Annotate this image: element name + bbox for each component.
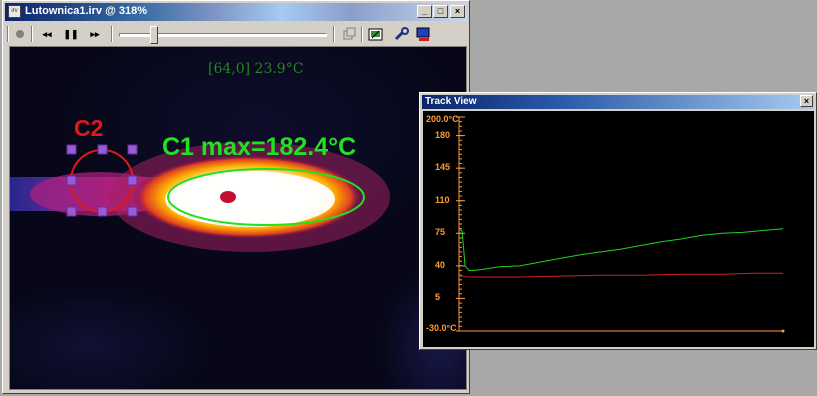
rewind-button[interactable]: ◂◂ xyxy=(37,26,57,42)
track-view-chart[interactable]: 200.0°C 180 145 110 75 40 5 -30.0°C xyxy=(423,111,814,347)
record-icon-glyph xyxy=(16,30,24,38)
track-view-close-button[interactable]: × xyxy=(800,95,813,107)
copy-frame-icon[interactable] xyxy=(341,26,357,42)
toolbar-separator xyxy=(333,26,335,42)
tools-glyph xyxy=(394,27,409,41)
playback-toolbar: ◂◂ ❚❚ ▸▸ xyxy=(5,23,467,45)
frame-slider-thumb[interactable] xyxy=(150,26,158,44)
track-chart-svg xyxy=(456,116,785,333)
y-tick-label: 75 xyxy=(435,227,446,238)
copy-frame-glyph xyxy=(343,27,356,40)
track-view-window: Track View × 200.0°C 180 145 110 75 40 5 -30.0°… xyxy=(419,92,817,350)
toolbar-separator xyxy=(111,26,113,42)
window-title: Lutownica1.irv @ 318% xyxy=(25,5,147,17)
forward-button[interactable]: ▸▸ xyxy=(85,26,105,42)
tools-icon[interactable] xyxy=(393,26,411,42)
c2-handle[interactable] xyxy=(97,144,108,155)
maximize-button[interactable]: □ xyxy=(433,5,448,18)
toolbar-separator xyxy=(31,26,33,42)
toolbar-grip xyxy=(7,26,9,42)
export-icon[interactable] xyxy=(367,26,385,42)
caption-buttons: _ □ × xyxy=(417,5,465,18)
track-view-title-bar[interactable]: Track View × xyxy=(422,95,814,109)
irv-file-icon[interactable]: irv xyxy=(8,5,21,18)
c2-handle[interactable] xyxy=(66,144,77,155)
c2-handle[interactable] xyxy=(127,206,138,217)
c2-handle[interactable] xyxy=(66,175,77,186)
record-icon[interactable] xyxy=(13,26,27,42)
c2-handle[interactable] xyxy=(66,206,77,217)
c2-handle[interactable] xyxy=(97,206,108,217)
c2-handle[interactable] xyxy=(127,175,138,186)
c1-max-label: C1 max=182.4°C xyxy=(162,133,357,161)
c1-temperature-line xyxy=(458,228,784,271)
thermal-image xyxy=(10,142,390,252)
settings-glyph xyxy=(416,27,430,41)
cursor-temperature-readout: [64,0] 23.9°C xyxy=(208,61,304,77)
hot-spot xyxy=(220,191,236,203)
export-glyph xyxy=(368,28,383,41)
main-window: irv Lutownica1.irv @ 318% _ □ × ◂◂ ❚❚ ▸▸ xyxy=(2,0,470,394)
y-tick-label: 40 xyxy=(435,259,446,270)
c2-label: C2 xyxy=(74,115,104,141)
y-tick-label: 200.0°C xyxy=(426,114,459,124)
pause-button[interactable]: ❚❚ xyxy=(61,26,81,42)
y-tick-label: 5 xyxy=(435,292,441,303)
y-tick-label: -30.0°C xyxy=(426,323,457,333)
main-title-bar[interactable]: irv Lutownica1.irv @ 318% _ □ × xyxy=(5,3,467,21)
thermal-image-view[interactable]: [64,0] 23.9°C C2 C1 max=182.4°C xyxy=(9,46,467,390)
minimize-button[interactable]: _ xyxy=(417,5,432,18)
toolbar-separator xyxy=(361,26,363,42)
track-view-title: Track View xyxy=(425,96,477,107)
y-tick-label: 180 xyxy=(435,129,451,140)
c2-temperature-line xyxy=(459,272,783,278)
y-tick-label: 110 xyxy=(435,194,450,205)
settings-icon[interactable] xyxy=(415,26,433,42)
y-tick-label: 145 xyxy=(435,162,451,173)
c2-handle[interactable] xyxy=(127,144,138,155)
x-axis-end-marker xyxy=(781,329,785,333)
close-button[interactable]: × xyxy=(450,5,465,18)
